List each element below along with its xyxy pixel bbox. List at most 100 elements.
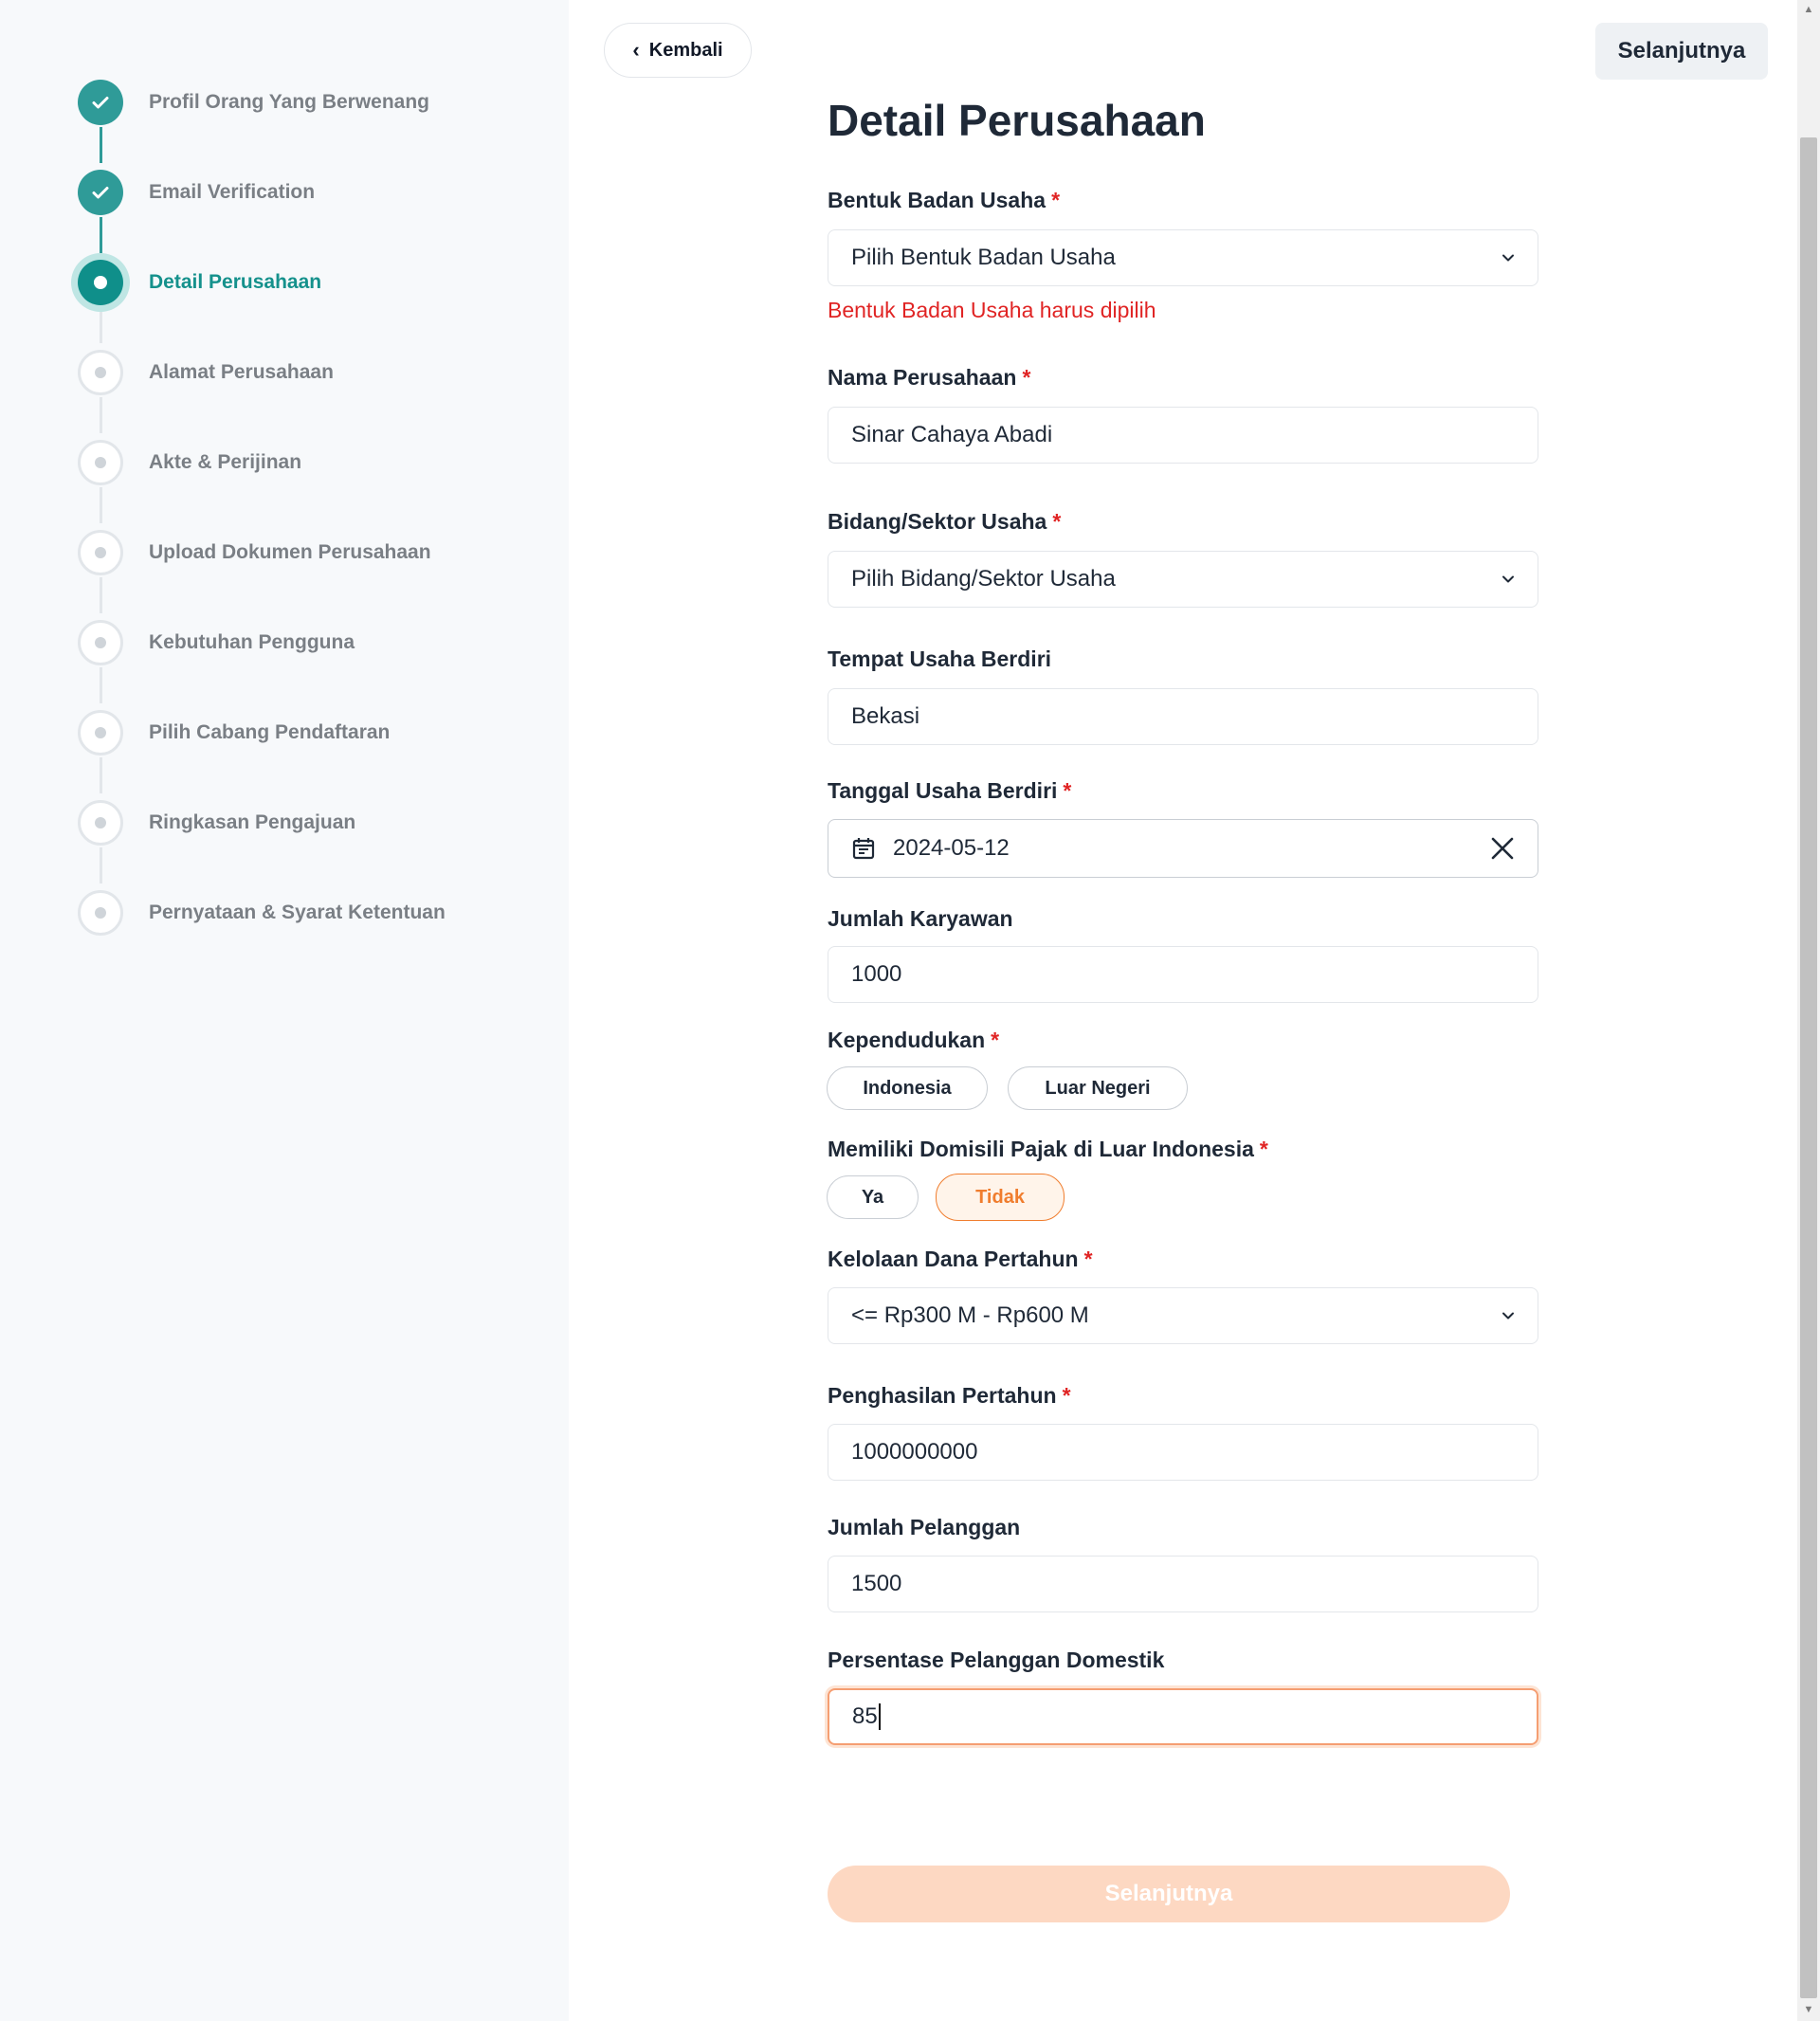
input-value: 1000000000 (851, 1439, 978, 1465)
step-connector (100, 757, 102, 793)
page-scrollbar[interactable]: ▲ ▼ (1797, 0, 1820, 2021)
required-mark: * (1083, 1247, 1093, 1271)
step-pending-dot-icon (78, 710, 123, 756)
bentuk-badan-usaha-select[interactable]: Pilih Bentuk Badan Usaha (828, 229, 1538, 286)
required-mark: * (1063, 778, 1072, 803)
kelolaan-dana-label: Kelolaan Dana Pertahun * (828, 1247, 1093, 1271)
jumlah-pelanggan-input[interactable]: 1500 (828, 1556, 1538, 1612)
step-connector (100, 847, 102, 883)
penghasilan-input[interactable]: 1000000000 (828, 1424, 1538, 1481)
chevron-left-icon: ‹ (632, 38, 640, 62)
tempat-usaha-label: Tempat Usaha Berdiri (828, 646, 1052, 671)
select-value: Pilih Bentuk Badan Usaha (851, 245, 1116, 270)
step-email-verification[interactable]: Email Verification (78, 168, 315, 217)
step-label: Upload Dokumen Perusahaan (149, 541, 431, 563)
domisili-pajak-label: Memiliki Domisili Pajak di Luar Indonesi… (828, 1137, 1268, 1161)
step-label: Profil Orang Yang Berwenang (149, 91, 430, 113)
kependudukan-option-luar-negeri[interactable]: Luar Negeri (1008, 1066, 1188, 1110)
step-label: Email Verification (149, 181, 316, 203)
jumlah-pelanggan-label: Jumlah Pelanggan (828, 1515, 1021, 1539)
bidang-sektor-label: Bidang/Sektor Usaha * (828, 509, 1062, 534)
step-label: Ringkasan Pengajuan (149, 811, 356, 833)
next-button-label: Selanjutnya (1617, 38, 1746, 64)
next-button-top[interactable]: Selanjutnya (1595, 23, 1768, 80)
scroll-up-arrow-icon[interactable]: ▲ (1797, 4, 1820, 15)
input-value: 1000 (851, 961, 902, 987)
tanggal-usaha-label: Tanggal Usaha Berdiri * (828, 778, 1072, 803)
step-pilih-cabang[interactable]: Pilih Cabang Pendaftaran (78, 708, 390, 757)
step-connector (100, 487, 102, 523)
scroll-down-arrow-icon[interactable]: ▼ (1797, 2004, 1820, 2015)
required-mark: * (1051, 188, 1061, 212)
persentase-domestik-label: Persentase Pelanggan Domestik (828, 1648, 1165, 1672)
step-connector (100, 667, 102, 703)
submit-next-button[interactable]: Selanjutnya (828, 1866, 1510, 1922)
kelolaan-dana-select[interactable]: <= Rp300 M - Rp600 M (828, 1287, 1538, 1344)
jumlah-karyawan-input[interactable]: 1000 (828, 946, 1538, 1003)
required-mark: * (1259, 1137, 1268, 1161)
tanggal-usaha-datepicker[interactable]: 2024-05-12 (828, 819, 1538, 878)
step-connector (100, 577, 102, 613)
steps-sidebar: Profil Orang Yang Berwenang Email Verifi… (0, 0, 569, 2021)
step-detail-perusahaan[interactable]: Detail Perusahaan (78, 258, 321, 307)
chevron-down-icon (1502, 254, 1514, 262)
penghasilan-label: Penghasilan Pertahun * (828, 1383, 1071, 1408)
calendar-icon (852, 838, 875, 860)
back-button[interactable]: ‹ Kembali (604, 23, 752, 78)
jumlah-karyawan-label: Jumlah Karyawan (828, 906, 1013, 931)
persentase-domestik-input[interactable]: 85 (828, 1688, 1538, 1745)
step-label: Kebutuhan Pengguna (149, 631, 355, 653)
select-value: Pilih Bidang/Sektor Usaha (851, 566, 1116, 592)
back-button-label: Kembali (648, 39, 723, 61)
domisili-pajak-option-ya[interactable]: Ya (827, 1175, 919, 1219)
date-value: 2024-05-12 (893, 835, 1010, 861)
chevron-down-icon (1502, 1312, 1514, 1320)
step-pending-dot-icon (78, 530, 123, 575)
input-value: Bekasi (851, 703, 920, 729)
domisili-pajak-option-tidak[interactable]: Tidak (936, 1174, 1065, 1221)
step-connector (100, 217, 102, 253)
step-label: Alamat Perusahaan (149, 361, 334, 383)
bentuk-badan-usaha-label: Bentuk Badan Usaha * (828, 188, 1061, 212)
input-value: Sinar Cahaya Abadi (851, 422, 1053, 447)
step-pending-dot-icon (78, 800, 123, 846)
page-title: Detail Perusahaan (828, 96, 1206, 145)
step-connector (100, 307, 102, 343)
step-label: Pilih Cabang Pendaftaran (149, 721, 391, 743)
step-kebutuhan-pengguna[interactable]: Kebutuhan Pengguna (78, 618, 355, 667)
step-akte-perijinan[interactable]: Akte & Perijinan (78, 438, 301, 487)
step-alamat-perusahaan[interactable]: Alamat Perusahaan (78, 348, 334, 397)
step-pending-dot-icon (78, 350, 123, 395)
chevron-down-icon (1502, 575, 1514, 583)
step-pernyataan-syarat[interactable]: Pernyataan & Syarat Ketentuan (78, 888, 446, 938)
step-pending-dot-icon (78, 440, 123, 485)
step-upload-dokumen[interactable]: Upload Dokumen Perusahaan (78, 528, 431, 577)
scroll-thumb[interactable] (1800, 137, 1817, 1998)
input-value: 85 (852, 1702, 878, 1729)
step-pending-dot-icon (78, 890, 123, 936)
required-mark: * (991, 1028, 1000, 1052)
submit-button-label: Selanjutnya (1104, 1881, 1233, 1906)
kependudukan-option-indonesia[interactable]: Indonesia (827, 1066, 988, 1110)
tempat-usaha-input[interactable]: Bekasi (828, 688, 1538, 745)
text-caret (878, 1703, 881, 1731)
input-value: 1500 (851, 1571, 902, 1596)
step-active-dot-icon (78, 260, 123, 305)
clear-date-icon[interactable] (1490, 836, 1515, 861)
step-complete-check-icon (78, 170, 123, 215)
step-ringkasan-pengajuan[interactable]: Ringkasan Pengajuan (78, 798, 355, 847)
step-label: Akte & Perijinan (149, 451, 302, 473)
select-value: <= Rp300 M - Rp600 M (851, 1302, 1089, 1328)
step-connector (100, 127, 102, 163)
required-mark: * (1052, 509, 1062, 534)
required-mark: * (1062, 1383, 1071, 1408)
kependudukan-label: Kependudukan * (828, 1028, 1000, 1052)
required-mark: * (1022, 365, 1031, 390)
step-connector (100, 397, 102, 433)
bidang-sektor-select[interactable]: Pilih Bidang/Sektor Usaha (828, 551, 1538, 608)
step-complete-check-icon (78, 80, 123, 125)
step-profil-orang-berwenang[interactable]: Profil Orang Yang Berwenang (78, 78, 429, 127)
nama-perusahaan-input[interactable]: Sinar Cahaya Abadi (828, 407, 1538, 464)
step-pending-dot-icon (78, 620, 123, 665)
bentuk-badan-usaha-error: Bentuk Badan Usaha harus dipilih (828, 298, 1156, 322)
